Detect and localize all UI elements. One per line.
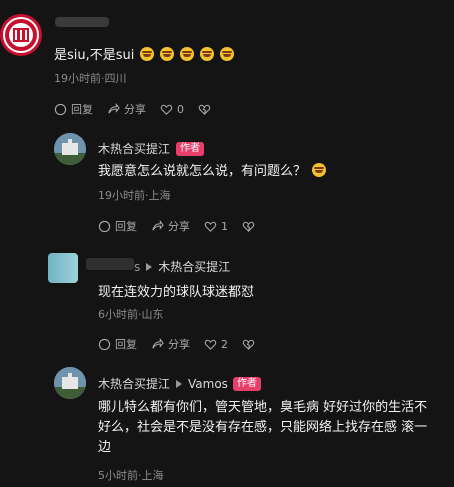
laughing-emoji-icon	[220, 47, 235, 61]
reply-text: 哪儿特么都有你们，管天管地，臭毛病 好好过你的生活不 好么，社会是不是没有存在感…	[98, 400, 428, 455]
reply-to-username[interactable]: 木热合买提江	[158, 258, 230, 275]
blurred-username	[86, 258, 134, 270]
reply-icon	[98, 338, 111, 350]
share-icon	[152, 219, 164, 230]
share-button[interactable]: 分享	[151, 336, 190, 352]
heart-icon	[160, 104, 173, 115]
reply-meta: 6小时前·山东	[98, 308, 164, 321]
share-button[interactable]: 分享	[107, 101, 146, 117]
reply-button[interactable]: 回复	[98, 218, 137, 234]
broken-heart-icon	[242, 221, 255, 232]
share-icon	[152, 337, 164, 348]
reply-icon	[54, 103, 67, 115]
dislike-button[interactable]	[242, 338, 255, 351]
reply-button[interactable]: 回复	[98, 336, 137, 352]
smiling-emoji-icon	[312, 163, 327, 177]
blurred-username	[55, 17, 109, 27]
building-photo-icon	[54, 367, 86, 399]
like-button[interactable]: 2	[204, 338, 228, 351]
laughing-emoji-icon	[160, 47, 175, 61]
heart-icon	[204, 339, 217, 350]
club-logo-icon	[3, 17, 39, 53]
reply-header: 木热合买提江 作者	[98, 140, 205, 157]
like-button[interactable]: 0	[160, 103, 184, 116]
broken-heart-icon	[242, 339, 255, 350]
laughing-emoji-icon	[140, 47, 155, 61]
laughing-emoji-icon	[180, 47, 195, 61]
reply-actions: 回复 分享 2	[98, 336, 255, 352]
author-badge: 作者	[232, 376, 261, 391]
replier-avatar-blurred[interactable]	[48, 253, 78, 283]
reply-to-username[interactable]: Vamos	[188, 377, 228, 391]
reply-button[interactable]: 回复	[54, 101, 93, 117]
heart-icon	[204, 221, 217, 232]
reply-meta: 5小时前·上海	[98, 469, 164, 482]
laughing-emoji-icon	[200, 47, 215, 61]
reply-header: 木热合买提江 Vamos 作者	[98, 375, 261, 392]
comment-meta: 19小时前·四川	[54, 72, 127, 85]
dislike-button[interactable]	[242, 220, 255, 233]
reply-icon	[98, 220, 111, 232]
dislike-button[interactable]	[198, 103, 211, 116]
reply-meta: 19小时前·上海	[98, 189, 171, 202]
reply-text: 现在连效力的球队球迷都怼	[98, 285, 255, 300]
reply-header: s 木热合买提江	[134, 258, 231, 275]
author-avatar[interactable]	[54, 133, 86, 165]
broken-heart-icon	[198, 104, 211, 115]
reply-actions: 回复 分享 1	[98, 218, 255, 234]
reply-username[interactable]: 木热合买提江	[98, 140, 170, 157]
author-avatar[interactable]	[54, 367, 86, 399]
comment-text: 是siu,不是sui	[54, 46, 235, 66]
reply-arrow-icon	[176, 379, 183, 388]
reply-arrow-icon	[146, 262, 153, 271]
share-button[interactable]: 分享	[151, 218, 190, 234]
like-button[interactable]: 1	[204, 220, 228, 233]
commenter-avatar[interactable]	[0, 14, 42, 56]
building-photo-icon	[54, 133, 86, 165]
reply-username[interactable]: 木热合买提江	[98, 375, 170, 392]
author-badge: 作者	[176, 141, 205, 156]
reply-text: 我愿意怎么说就怎么说，有问题么？	[98, 162, 327, 182]
comment-actions: 回复 分享 0	[54, 101, 211, 117]
share-icon	[108, 102, 120, 113]
